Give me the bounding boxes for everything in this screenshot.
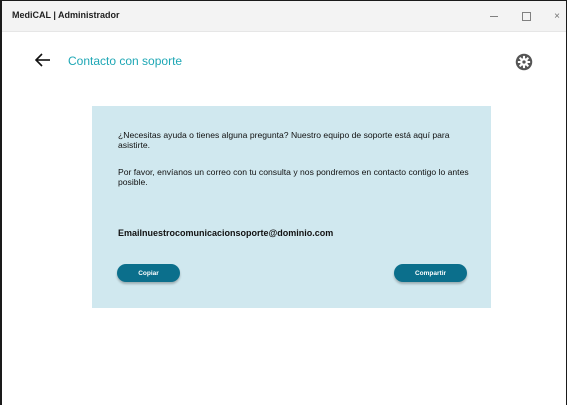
close-icon: × bbox=[554, 10, 560, 22]
maximize-button[interactable] bbox=[512, 1, 540, 31]
support-card: ¿Necesitas ayuda o tienes alguna pregunt… bbox=[92, 106, 491, 308]
contact-instructions: Por favor, envíanos un correo con tu con… bbox=[118, 167, 469, 187]
support-message: ¿Necesitas ayuda o tienes alguna pregunt… bbox=[118, 130, 450, 150]
support-email: Emailnuestrocomunicacionsoporte@dominio.… bbox=[118, 228, 334, 238]
maximize-icon bbox=[521, 11, 531, 21]
page-title: Contacto con soporte bbox=[68, 54, 183, 68]
back-arrow-icon[interactable] bbox=[35, 53, 51, 67]
copy-button[interactable]: Copiar bbox=[117, 264, 180, 282]
close-button[interactable]: × bbox=[543, 1, 569, 31]
title-bar: MediCAL | Administrador × bbox=[2, 1, 566, 32]
app-window: MediCAL | Administrador × Contacto con s… bbox=[0, 0, 567, 405]
minimize-button[interactable] bbox=[480, 1, 508, 31]
minimize-icon bbox=[490, 15, 498, 17]
share-button[interactable]: Compartir bbox=[394, 264, 467, 282]
gear-icon[interactable] bbox=[515, 53, 533, 71]
window-title: MediCAL | Administrador bbox=[12, 10, 120, 20]
